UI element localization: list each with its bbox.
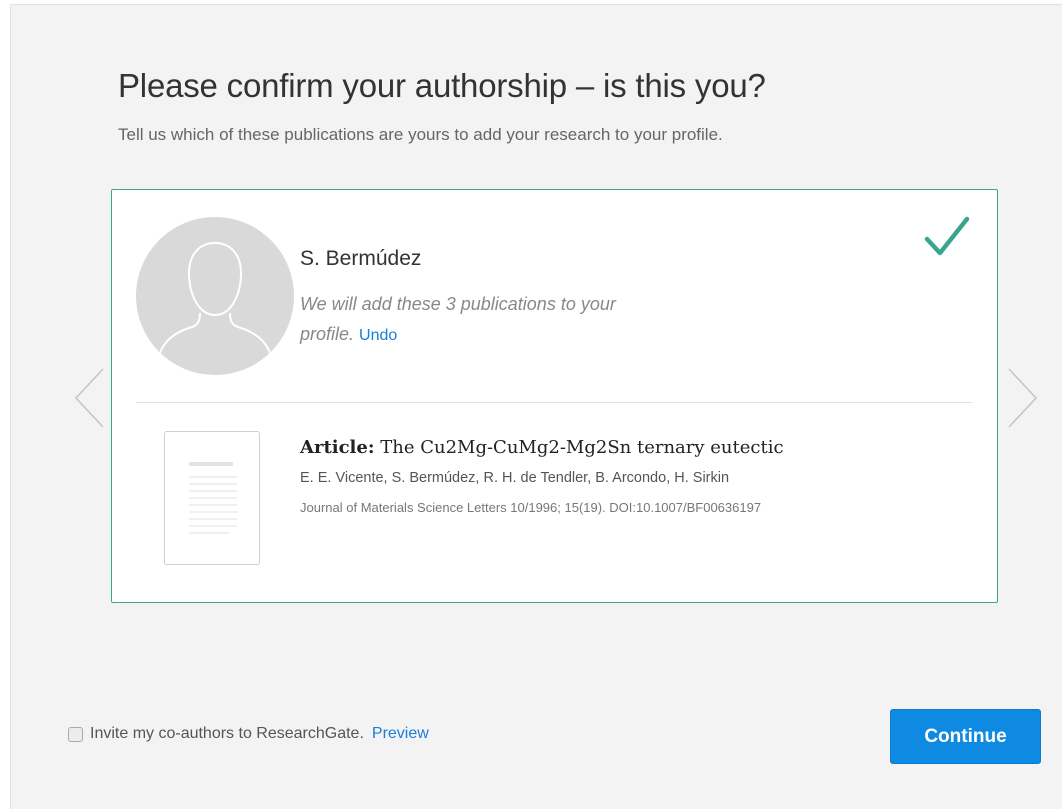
document-thumbnail-icon [164, 431, 260, 565]
invite-coauthors-checkbox[interactable] [68, 726, 83, 742]
publication-title-text: The Cu2Mg-CuMg2-Mg2Sn ternary eutectic [380, 437, 784, 458]
avatar [136, 217, 294, 375]
undo-link[interactable]: Undo [359, 327, 397, 344]
publication-authors: E. E. Vicente, S. Bermúdez, R. H. de Ten… [300, 470, 730, 486]
chevron-left-icon[interactable] [73, 367, 107, 429]
dialog-panel: Please confirm your authorship – is this… [10, 4, 1062, 809]
default-user-silhouette-icon [136, 217, 294, 375]
preview-link[interactable]: Preview [372, 725, 429, 743]
publication-type-label: Article: [300, 437, 375, 458]
continue-button[interactable]: Continue [890, 709, 1041, 764]
page-subtitle: Tell us which of these publications are … [118, 125, 723, 144]
checkmark-icon [924, 216, 970, 256]
author-name: S. Bermúdez [300, 247, 422, 270]
chevron-right-icon[interactable] [1005, 367, 1039, 429]
invite-coauthors-row: Invite my co-authors to ResearchGate. Pr… [68, 725, 429, 743]
author-message: We will add these 3 publications to your… [300, 289, 660, 351]
author-message-text: We will add these 3 publications to your… [300, 294, 616, 344]
invite-coauthors-label[interactable]: Invite my co-authors to ResearchGate. [90, 725, 364, 743]
page-title: Please confirm your authorship – is this… [118, 67, 766, 104]
card-divider [136, 402, 972, 403]
author-card[interactable]: S. Bermúdez We will add these 3 publicat… [111, 189, 998, 603]
publication-title[interactable]: Article: The Cu2Mg-CuMg2-Mg2Sn ternary e… [300, 437, 784, 458]
publication-journal: Journal of Materials Science Letters 10/… [300, 500, 762, 515]
